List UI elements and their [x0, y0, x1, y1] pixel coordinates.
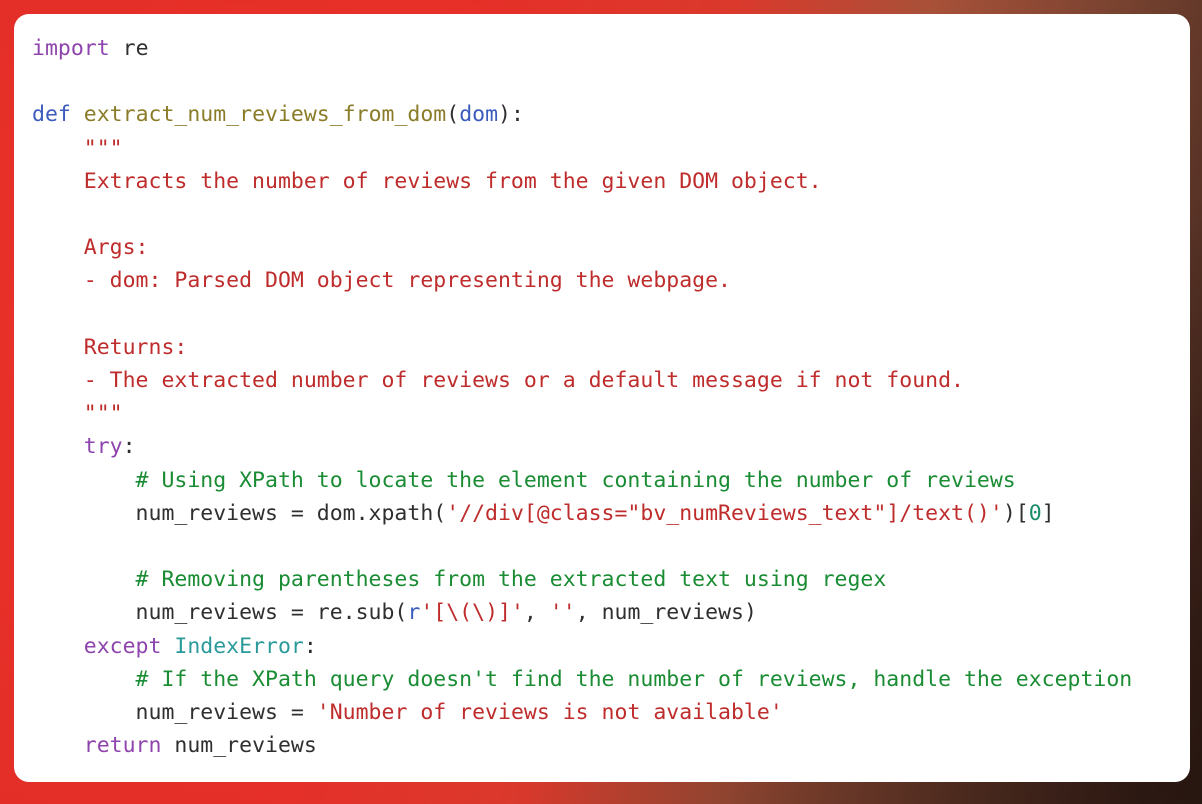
code-token-plain: re	[122, 36, 149, 61]
code-token-fn: extract_num_reviews_from_dom	[83, 102, 447, 128]
code-token-doc: - The extracted number of reviews or a d…	[32, 368, 964, 394]
code-token-str: 'Number of reviews is not available'	[316, 700, 783, 726]
code-token-kw: import	[32, 36, 110, 61]
code-line: - dom: Parsed DOM object representing th…	[32, 268, 731, 293]
code-token-plain: num_reviews = re.sub(	[32, 600, 408, 626]
code-token-doc: """	[32, 401, 123, 427]
code-token-plain: num_reviews =	[32, 700, 317, 726]
code-token-plain: , num_reviews)	[575, 600, 757, 626]
code-line: num_reviews = 'Number of reviews is not …	[32, 700, 783, 725]
code-line: num_reviews = dom.xpath('//div[@class="b…	[32, 501, 1055, 526]
code-token-doc: Extracts the number of reviews from the …	[32, 168, 822, 194]
code-token-comment: # If the XPath query doesn't find the nu…	[32, 666, 1133, 692]
code-line: # Removing parentheses from the extracte…	[32, 567, 887, 593]
code-token-punct: :	[303, 633, 317, 659]
code-line: - The extracted number of reviews or a d…	[32, 368, 964, 393]
code-token-def: def	[32, 102, 71, 128]
code-token-doc: - dom: Parsed DOM object representing th…	[32, 268, 731, 294]
code-token-doc: Returns:	[32, 334, 188, 360]
code-token-builtin: IndexError	[174, 633, 304, 659]
code-line: Returns:	[32, 334, 188, 360]
code-token-str: ''	[549, 600, 576, 626]
code-line: except IndexError:	[32, 634, 317, 659]
code-block[interactable]: import re def extract_num_reviews_from_d…	[32, 32, 1182, 762]
code-line: # Using XPath to locate the element cont…	[32, 468, 1016, 493]
code-token-comment: # Using XPath to locate the element cont…	[32, 467, 1016, 493]
code-line: import re	[32, 36, 149, 61]
code-line: """	[32, 136, 123, 161]
code-token-str: '//div[@class="bv_numReviews_text"]/text…	[446, 500, 1003, 526]
code-token-num: 0	[1028, 500, 1042, 526]
code-token-doc: """	[32, 135, 123, 161]
code-line: # If the XPath query doesn't find the nu…	[32, 666, 1133, 692]
code-card: import re def extract_num_reviews_from_d…	[14, 14, 1190, 782]
code-line: Args:	[32, 235, 149, 260]
page-backdrop: import re def extract_num_reviews_from_d…	[0, 0, 1202, 804]
code-line: try:	[32, 434, 136, 459]
code-line: Extracts the number of reviews from the …	[32, 169, 822, 194]
code-token-plain: num_reviews = dom.xpath(	[32, 500, 447, 526]
code-line: def extract_num_reviews_from_dom(dom):	[32, 102, 524, 127]
code-line: """	[32, 401, 123, 426]
code-token-str: '[\(\)]'	[420, 600, 524, 626]
code-token-plain: num_reviews	[174, 733, 317, 759]
code-token-doc: Args:	[32, 235, 149, 261]
code-token-punct: ,	[523, 600, 550, 626]
code-token-param: dom	[459, 102, 499, 128]
code-line: num_reviews = re.sub(r'[\(\)]', '', num_…	[32, 600, 757, 625]
code-token-punct: )[	[1002, 500, 1029, 526]
code-token-punct: ):	[498, 102, 524, 128]
code-token-punct: :	[122, 434, 136, 460]
code-token-comment: # Removing parentheses from the extracte…	[32, 567, 887, 593]
code-token-punct: (	[446, 102, 460, 128]
code-token-kw: try	[83, 434, 123, 460]
code-token-punct: ]	[1041, 500, 1055, 526]
code-line: return num_reviews	[32, 733, 317, 758]
code-token-kw: return	[83, 733, 162, 759]
code-token-kw: except	[83, 633, 162, 659]
code-token-param: r	[407, 600, 421, 626]
